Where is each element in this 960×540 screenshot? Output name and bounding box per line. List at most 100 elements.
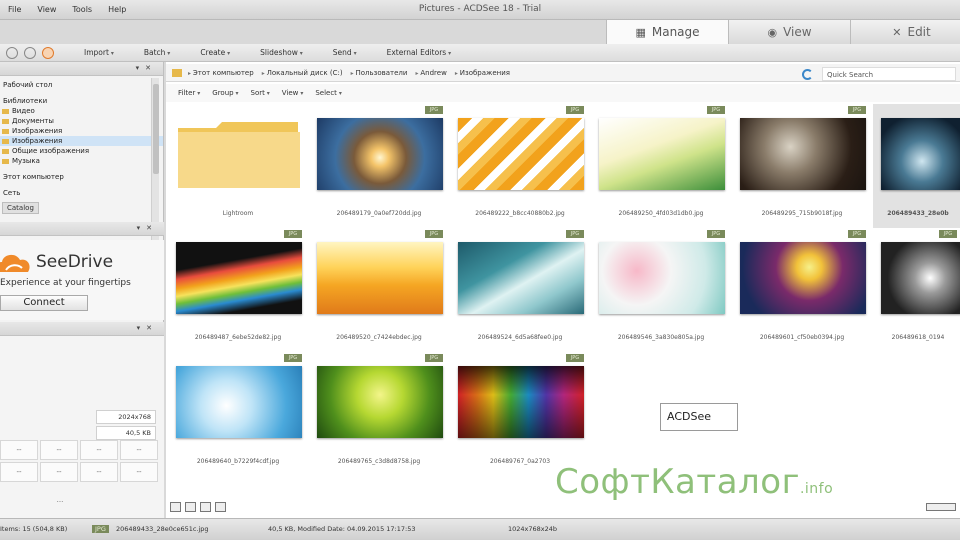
thumbnail-item-selected[interactable]: 206489433_28e0b <box>873 104 960 228</box>
status-details: 40,5 KB, Modified Date: 04.09.2015 17:17… <box>268 525 416 533</box>
tree-video[interactable]: Видео <box>0 106 163 116</box>
seedrive-panel-controls-icon[interactable]: ▾✕ <box>137 224 158 232</box>
breadcrumb-images[interactable]: Изображения <box>455 69 510 77</box>
window-title: Pictures - ACDSee 18 - Trial <box>418 4 542 14</box>
breadcrumb-users[interactable]: Пользователи <box>351 69 407 77</box>
refresh-icon[interactable] <box>802 69 813 80</box>
thumbnail-name: Lightroom <box>222 210 254 217</box>
view-mode-icon[interactable] <box>200 502 211 512</box>
thumbnail-name: 206489765_c3d8d8758.jpg <box>337 458 421 465</box>
tree-images[interactable]: Изображения <box>0 126 163 136</box>
jpg-badge: JPG <box>425 106 443 114</box>
seedrive-panel-header: ▾✕ <box>0 222 164 236</box>
tree-documents[interactable]: Документы <box>0 116 163 126</box>
property-cell: -- <box>80 462 118 482</box>
file-browser: Этот компьютер Локальный диск (C:) Польз… <box>166 62 960 518</box>
breadcrumb-user[interactable]: Andrew <box>415 69 446 77</box>
thumbnail-item[interactable]: JPG 206489295_715b9018f.jpg <box>732 104 872 228</box>
home-icon[interactable] <box>42 46 54 59</box>
select-menu[interactable]: Select <box>315 89 342 97</box>
toolbar-slideshow[interactable]: Slideshow <box>260 48 303 57</box>
tree-images-selected[interactable]: Изображения <box>0 136 163 146</box>
toolbar-create[interactable]: Create <box>200 48 230 57</box>
jpg-badge: JPG <box>848 106 866 114</box>
toolbar-send[interactable]: Send <box>333 48 357 57</box>
breadcrumb-computer[interactable]: Этот компьютер <box>188 69 254 77</box>
jpg-badge: JPG <box>848 230 866 238</box>
tab-manage-label: Manage <box>651 25 700 39</box>
toolbar-batch[interactable]: Batch <box>144 48 170 57</box>
folders-panel-header: ▾✕ <box>0 62 163 76</box>
softcatalog-watermark: СофтКаталог.info <box>555 462 833 502</box>
main-toolbar: Import Batch Create Slideshow Send Exter… <box>0 44 960 62</box>
jpg-badge: JPG <box>707 230 725 238</box>
acdsee-label: ACDSee <box>660 403 738 431</box>
thumbnail-item[interactable]: JPG 206489524_6d5a68fee0.jpg <box>450 228 590 352</box>
seedrive-name: SeeDrive <box>36 252 114 272</box>
thumbnail-item[interactable]: JPG 206489601_cf50eb0394.jpg <box>732 228 872 352</box>
thumbnail-name: 206489640_b7229f4cdf.jpg <box>196 458 280 465</box>
property-cell: -- <box>80 440 118 460</box>
thumbnail-image <box>317 242 443 314</box>
thumbnail-image <box>599 118 725 190</box>
thumbnail-item[interactable]: JPG 206489640_b7229f4cdf.jpg <box>168 352 308 476</box>
thumbnail-item[interactable]: JPG 206489179_0a0ef720dd.jpg <box>309 104 449 228</box>
properties-panel-controls-icon[interactable]: ▾✕ <box>137 324 158 332</box>
thumbnail-name: 206489295_715b9018f.jpg <box>761 210 843 217</box>
properties-more[interactable]: ... <box>40 496 80 508</box>
tree-computer[interactable]: Этот компьютер <box>0 172 163 182</box>
connect-button[interactable]: Connect <box>0 295 88 311</box>
thumbnail-item[interactable]: JPG 206489520_c7424ebdec.jpg <box>309 228 449 352</box>
view-menu[interactable]: View <box>282 89 304 97</box>
thumbnail-name: 206489546_3a830e805a.jpg <box>617 334 705 341</box>
thumbnail-item[interactable]: JPG 206489767_0a2703 <box>450 352 590 476</box>
folder-icon <box>172 68 182 77</box>
toolbar-import[interactable]: Import <box>84 48 114 57</box>
thumbnail-name: 206489601_cf50eb0394.jpg <box>759 334 845 341</box>
folder-icon <box>178 122 300 188</box>
watermark-sub: .info <box>799 481 834 497</box>
thumbnail-item[interactable]: JPG 206489546_3a830e805a.jpg <box>591 228 731 352</box>
status-total: Items: 15 (504,8 KB) <box>0 525 68 533</box>
tab-view[interactable]: ◉ View <box>728 20 850 44</box>
tab-edit[interactable]: ✕ Edit <box>850 20 960 44</box>
thumbnail-item[interactable]: JPG 206489487_6ebe52de82.jpg <box>168 228 308 352</box>
toolbar-external-editors[interactable]: External Editors <box>387 48 452 57</box>
thumbnail-item[interactable]: JPG 206489618_0194 <box>873 228 960 352</box>
tree-desktop[interactable]: Рабочий стол <box>0 80 163 90</box>
thumbnail-item[interactable]: JPG 206489250_4fd03d1db0.jpg <box>591 104 731 228</box>
thumbnail-item[interactable]: JPG 206489765_c3d8d8758.jpg <box>309 352 449 476</box>
tab-catalog[interactable]: Catalog <box>2 202 39 214</box>
thumbnail-name: 206489250_4fd03d1db0.jpg <box>618 210 704 217</box>
forward-icon[interactable] <box>24 46 36 59</box>
filter-menu[interactable]: Filter <box>178 89 200 97</box>
quick-search-input[interactable]: Quick Search <box>822 67 956 81</box>
panel-controls-icon[interactable]: ▾✕ <box>136 64 157 72</box>
breadcrumb-drive[interactable]: Локальный диск (C:) <box>262 69 343 77</box>
zoom-slider[interactable] <box>926 503 956 511</box>
view-mode-icon[interactable] <box>170 502 181 512</box>
jpg-badge: JPG <box>566 354 584 362</box>
property-cell: -- <box>40 462 78 482</box>
back-icon[interactable] <box>6 46 18 59</box>
seedrive-tagline: Experience at your fingertips <box>0 278 131 288</box>
tree-scroll-thumb[interactable] <box>153 84 159 174</box>
status-badge: JPG <box>92 525 109 533</box>
thumbnail-item[interactable]: Lightroom <box>168 104 308 228</box>
tree-music[interactable]: Музыка <box>0 156 163 166</box>
sort-menu[interactable]: Sort <box>251 89 270 97</box>
property-cell: -- <box>120 462 158 482</box>
tree-network[interactable]: Сеть <box>0 188 163 198</box>
tree-libraries[interactable]: Библиотеки <box>0 96 163 106</box>
tab-manage[interactable]: ▦ Manage <box>606 20 728 44</box>
tree-shared-images[interactable]: Общие изображения <box>0 146 163 156</box>
view-mode-icon[interactable] <box>185 502 196 512</box>
title-bar: File View Tools Help Pictures - ACDSee 1… <box>0 0 960 20</box>
thumbnail-image <box>881 118 960 190</box>
view-mode-icon[interactable] <box>215 502 226 512</box>
property-dimensions: 2024x768 <box>96 410 156 424</box>
thumbnail-item[interactable]: JPG 206489222_b8cc40880b2.jpg <box>450 104 590 228</box>
jpg-badge: JPG <box>566 230 584 238</box>
group-menu[interactable]: Group <box>212 89 238 97</box>
property-cell: -- <box>0 440 38 460</box>
